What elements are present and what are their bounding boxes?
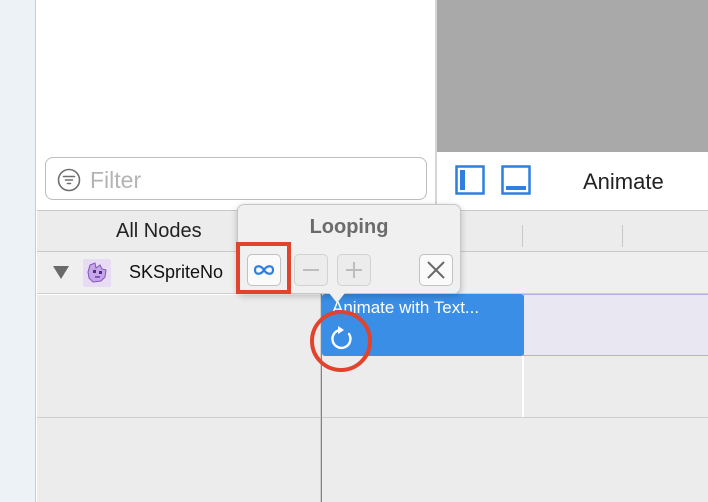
track-gap <box>522 356 524 417</box>
left-panel-layout-icon[interactable] <box>455 165 485 195</box>
decrease-loop-button[interactable] <box>294 254 328 286</box>
left-gutter <box>0 0 36 502</box>
preview-toolbar: Animate <box>437 152 708 210</box>
annotation-highlight-box <box>236 242 291 294</box>
scene-preview <box>437 0 708 152</box>
timeline-tick <box>622 225 623 247</box>
sprite-node-icon <box>83 259 111 287</box>
popover-title: Looping <box>309 216 389 238</box>
minus-icon <box>303 269 319 271</box>
bottom-panel-layout-icon[interactable] <box>501 165 531 195</box>
remove-loop-button[interactable] <box>419 254 453 286</box>
all-nodes-header: All Nodes <box>116 220 202 242</box>
close-x-icon <box>427 261 445 279</box>
track-divider <box>37 417 708 418</box>
node-name: SKSpriteNo <box>129 262 224 282</box>
animate-label: Animate <box>583 169 664 194</box>
filter-placeholder: Filter <box>90 167 142 193</box>
filter-field[interactable]: Filter <box>45 157 427 200</box>
action-placeholder[interactable] <box>523 294 708 356</box>
filter-circle-icon[interactable] <box>57 168 81 192</box>
popover-pointer <box>329 293 345 303</box>
timeline-tick <box>522 225 523 247</box>
annotation-highlight-circle <box>310 310 372 372</box>
increase-loop-button[interactable] <box>337 254 371 286</box>
disclosure-triangle-icon[interactable] <box>53 266 69 279</box>
plus-icon <box>346 262 362 278</box>
